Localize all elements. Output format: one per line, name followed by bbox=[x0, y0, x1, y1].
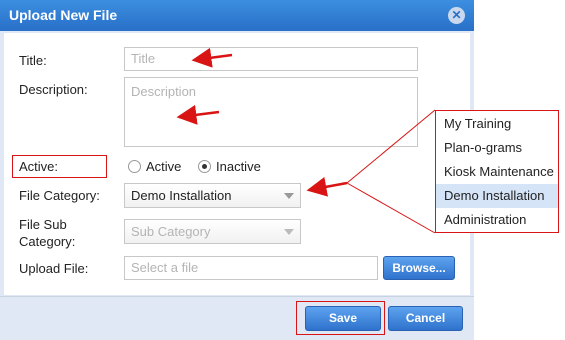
active-radio[interactable] bbox=[128, 160, 141, 173]
description-textarea[interactable]: Description bbox=[124, 77, 418, 147]
description-label: Description: bbox=[19, 82, 88, 97]
active-option-label: Active bbox=[146, 159, 182, 174]
file-sub-category-placeholder: Sub Category bbox=[131, 224, 211, 239]
chevron-down-icon bbox=[284, 229, 294, 235]
inactive-option-label: Inactive bbox=[216, 159, 261, 174]
upload-file-label: Upload File: bbox=[19, 261, 89, 276]
file-category-value: Demo Installation bbox=[131, 188, 232, 203]
cancel-button[interactable]: Cancel bbox=[388, 306, 463, 331]
upload-file-input[interactable]: Select a file bbox=[124, 256, 378, 280]
description-placeholder: Description bbox=[131, 84, 197, 99]
dropdown-item[interactable]: Administration bbox=[436, 208, 558, 232]
upload-placeholder: Select a file bbox=[131, 260, 199, 275]
dropdown-item[interactable]: Kiosk Maintenance bbox=[436, 160, 558, 184]
file-category-label: File Category: bbox=[19, 188, 100, 203]
dialog-title: Upload New File bbox=[9, 7, 118, 23]
dropdown-item[interactable]: My Training bbox=[436, 112, 558, 136]
inactive-radio[interactable] bbox=[198, 160, 211, 173]
title-input[interactable]: Title bbox=[124, 47, 418, 71]
file-category-select[interactable]: Demo Installation bbox=[124, 183, 301, 208]
chevron-down-icon bbox=[284, 193, 294, 199]
file-sub-category-label-1: File Sub bbox=[19, 217, 67, 232]
category-dropdown-list: My Training Plan-o-grams Kiosk Maintenan… bbox=[435, 110, 559, 233]
dialog-titlebar: Upload New File ✕ bbox=[0, 0, 474, 31]
title-placeholder: Title bbox=[131, 51, 156, 66]
file-sub-category-label-2: Category: bbox=[19, 234, 76, 249]
browse-button[interactable]: Browse... bbox=[383, 256, 455, 280]
title-label: Title: bbox=[19, 53, 47, 68]
active-highlight-box bbox=[12, 155, 107, 178]
dropdown-item-selected[interactable]: Demo Installation bbox=[436, 184, 558, 208]
close-icon[interactable]: ✕ bbox=[448, 7, 465, 24]
dropdown-item[interactable]: Plan-o-grams bbox=[436, 136, 558, 160]
save-highlight-box bbox=[296, 301, 385, 335]
file-sub-category-select[interactable]: Sub Category bbox=[124, 219, 301, 244]
